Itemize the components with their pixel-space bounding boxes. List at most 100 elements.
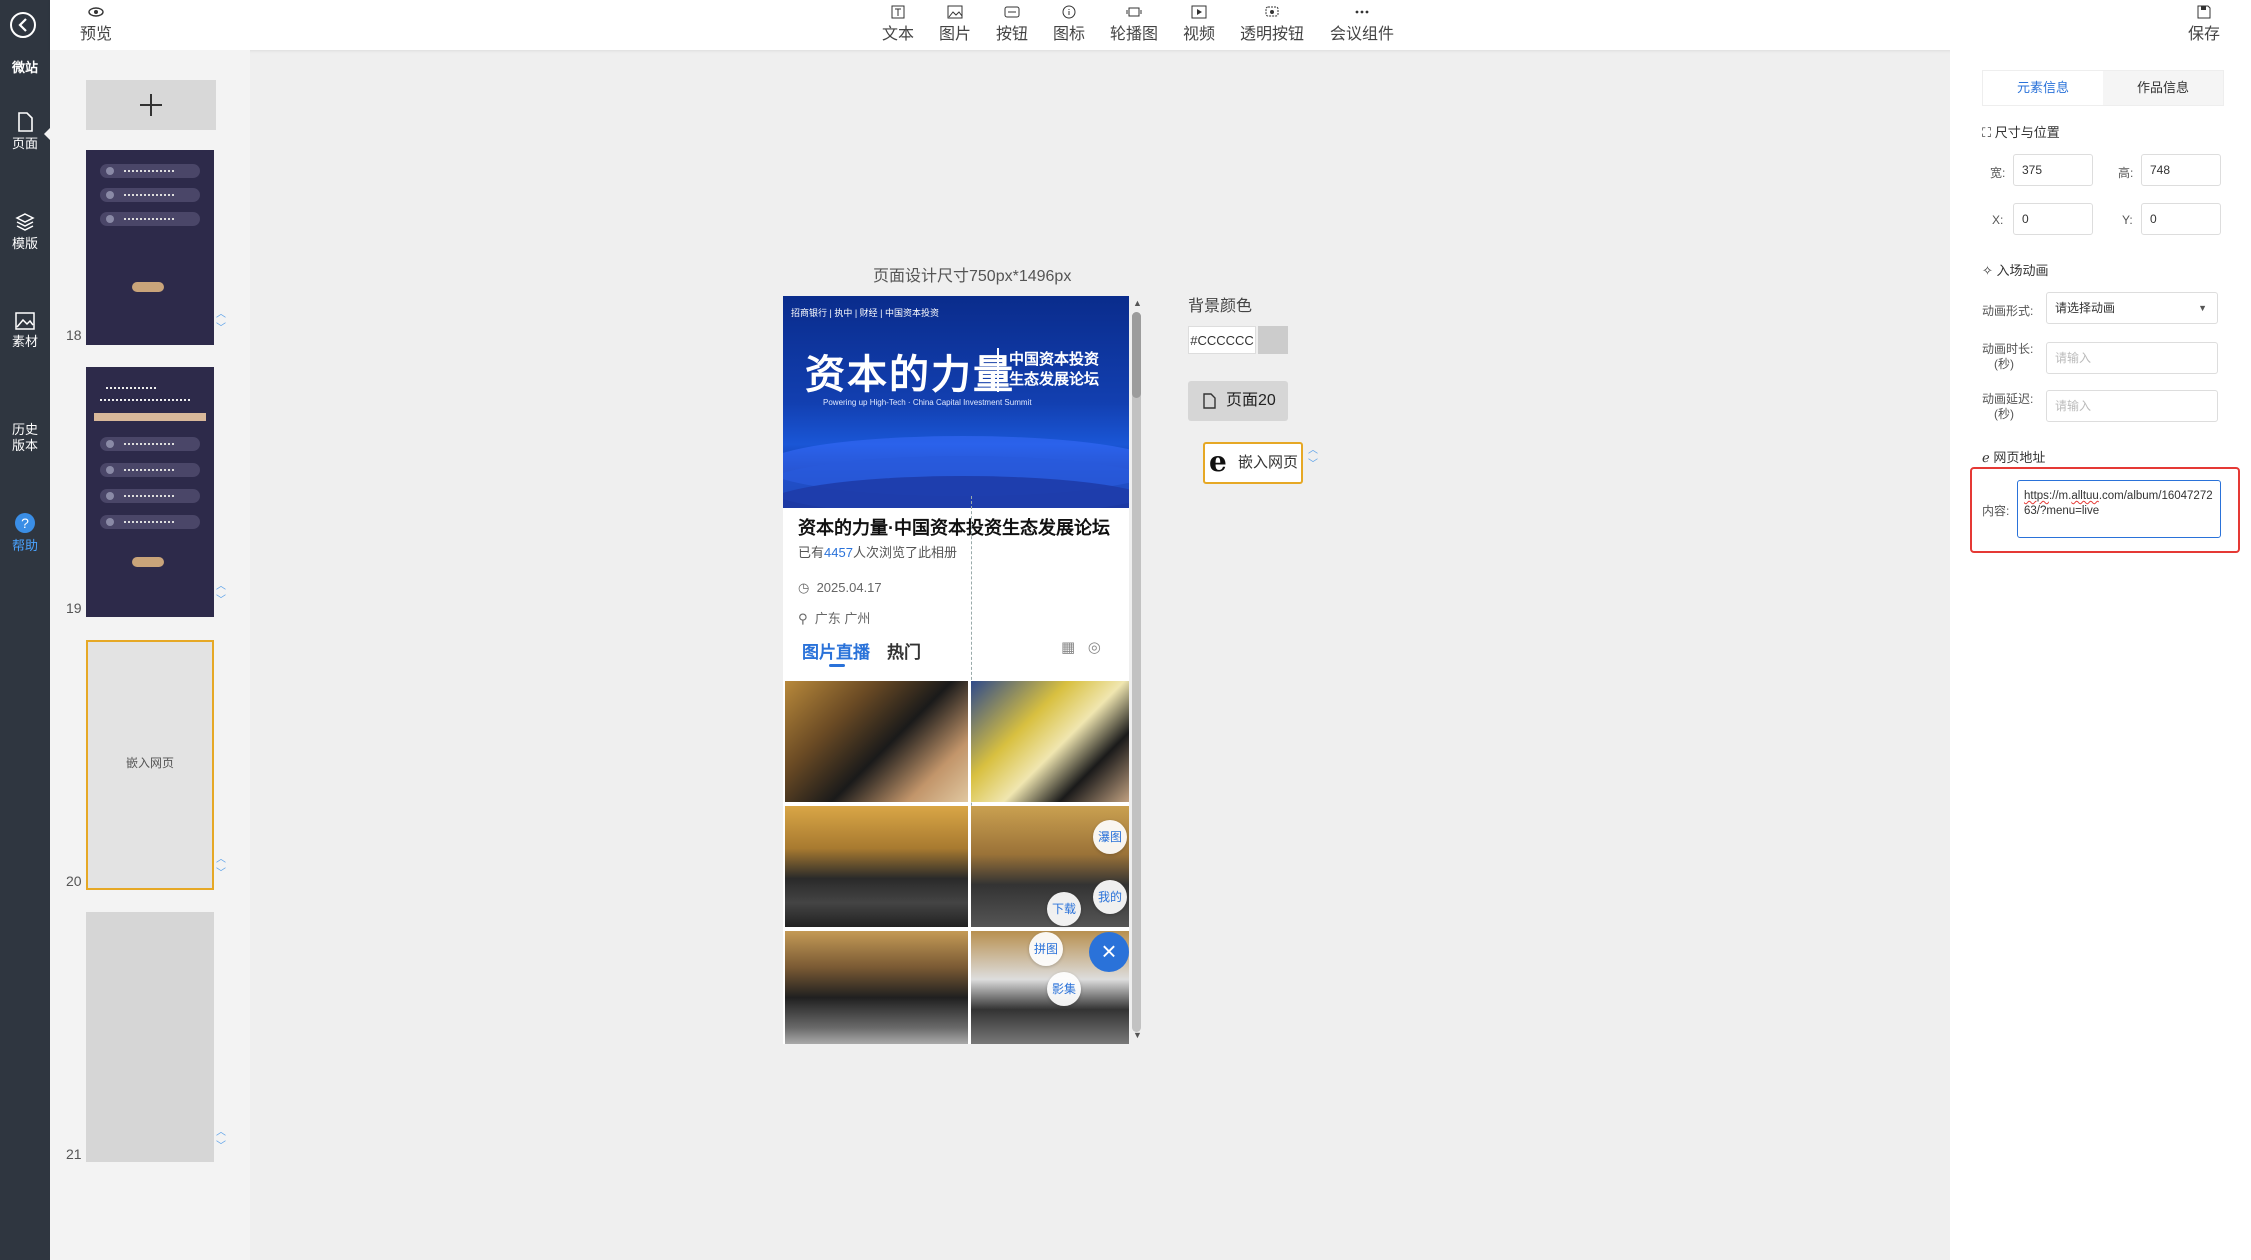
sidebar-item-label: 历史版本: [12, 422, 39, 453]
close-icon[interactable]: ×: [1089, 932, 1129, 972]
tool-video[interactable]: 视频: [1183, 4, 1215, 44]
thumb-pill: [100, 164, 200, 178]
height-input[interactable]: 748: [2141, 154, 2221, 186]
info-icon: [1062, 5, 1076, 19]
reorder-arrows[interactable]: ︿ ﹀: [216, 580, 228, 608]
tool-button[interactable]: 按钮: [996, 4, 1028, 44]
section-title: 网页地址: [1993, 450, 2046, 465]
thumb-button: [132, 557, 164, 567]
page-thumbnail-19[interactable]: [86, 367, 214, 617]
page-thumbnail-18[interactable]: [86, 150, 214, 345]
tab-underline: [829, 664, 845, 667]
anim-delay-input[interactable]: 请输入: [2046, 390, 2218, 422]
fab-mine[interactable]: 我的: [1093, 880, 1127, 914]
preview-button[interactable]: 预览: [80, 4, 112, 44]
back-icon[interactable]: [10, 12, 36, 38]
event-banner: 招商银行 | 执中 | 财经 | 中国资本投资 资本的力量 中国资本投资 生态发…: [783, 296, 1129, 508]
tool-transparent-button[interactable]: 透明按钮: [1240, 4, 1304, 44]
tool-label: 按钮: [996, 26, 1029, 43]
reorder-arrows[interactable]: ︿ ﹀: [216, 1126, 228, 1154]
album-actions: ▦ ◎: [1061, 638, 1101, 656]
text-icon: [891, 5, 905, 19]
tab-work-info[interactable]: 作品信息: [2103, 71, 2223, 105]
background-color-input[interactable]: #CCCCCC: [1188, 326, 1256, 354]
sidebar-item-help[interactable]: ? 帮助: [0, 512, 50, 554]
fab-album[interactable]: 影集: [1047, 972, 1081, 1006]
svg-text:?: ?: [21, 515, 29, 531]
tab-photo-live[interactable]: 图片直播: [802, 638, 870, 663]
anim-duration-input[interactable]: 请输入: [2046, 342, 2218, 374]
width-label: 宽:: [1990, 166, 2006, 180]
canvas-scrollbar-thumb[interactable]: [1132, 312, 1141, 398]
url-part: https: [2024, 490, 2049, 502]
banner-subline-2: 生态发展论坛: [1009, 371, 1100, 388]
x-label: X:: [1992, 213, 2004, 227]
browser-e-icon: e: [1209, 445, 1227, 478]
scroll-down-icon[interactable]: ▼: [1133, 1030, 1142, 1040]
sidebar-item-history[interactable]: 历史版本: [0, 422, 50, 454]
tool-text[interactable]: 文本: [882, 4, 914, 44]
date-text: 2025.04.17: [816, 580, 882, 595]
embed-webpage-layer[interactable]: e 嵌入网页: [1203, 442, 1303, 484]
page-thumbnail-21[interactable]: [86, 912, 214, 1162]
background-color-swatch[interactable]: [1258, 326, 1288, 354]
tool-image[interactable]: 图片: [939, 4, 971, 44]
add-page-button[interactable]: [86, 80, 216, 130]
tool-meeting-component[interactable]: 会议组件: [1330, 4, 1394, 44]
photo-tile[interactable]: [785, 681, 968, 802]
tool-label: 轮播图: [1110, 26, 1159, 43]
y-input[interactable]: 0: [2141, 203, 2221, 235]
fab-waterfall[interactable]: 瀑图: [1093, 820, 1127, 854]
view-suffix: 人次浏览了此相册: [852, 545, 957, 560]
webpage-url-input[interactable]: https://m.alltuu.com/album/1604727263/?m…: [2017, 480, 2221, 538]
preview-label: 预览: [80, 26, 113, 43]
button-icon: [1004, 6, 1020, 18]
sidebar-item-pages[interactable]: 页面: [0, 112, 50, 152]
anim-type-select[interactable]: 请选择动画 ▼: [2046, 292, 2218, 324]
globe-icon[interactable]: ◎: [1088, 639, 1101, 656]
page-icon: [1203, 393, 1216, 409]
location-pin-icon: ⚲: [798, 611, 808, 626]
page-thumbnail-20[interactable]: 嵌入网页: [86, 640, 214, 890]
save-button[interactable]: 保存: [2188, 4, 2220, 44]
photo-tile[interactable]: [785, 806, 968, 927]
page-number: 18: [66, 327, 82, 343]
reorder-arrows[interactable]: ︿ ﹀: [216, 308, 228, 336]
qrcode-icon[interactable]: ▦: [1061, 639, 1075, 656]
page-chip-label: 页面20: [1226, 392, 1276, 409]
event-date: ◷ 2025.04.17: [798, 580, 882, 596]
thumb-pill: [100, 437, 200, 451]
width-input[interactable]: 375: [2013, 154, 2093, 186]
save-label: 保存: [2188, 26, 2221, 43]
tool-carousel[interactable]: 轮播图: [1110, 4, 1158, 44]
tab-element-info[interactable]: 元素信息: [1983, 71, 2103, 105]
sidebar-item-assets[interactable]: 素材: [0, 312, 50, 350]
y-label: Y:: [2122, 213, 2133, 227]
reorder-arrows[interactable]: ︿ ﹀: [216, 853, 228, 881]
tab-hot[interactable]: 热门: [887, 638, 921, 663]
fab-download[interactable]: 下载: [1047, 892, 1081, 926]
design-size-label: 页面设计尺寸750px*1496px: [873, 268, 1072, 285]
more-icon: [1355, 10, 1369, 14]
photo-tile[interactable]: [971, 681, 1129, 802]
fab-collage[interactable]: 拼图: [1029, 932, 1063, 966]
url-part: ://m.: [2048, 490, 2072, 502]
thumb-line: [106, 387, 156, 389]
anim-duration-label: 动画时长: (秒): [1982, 342, 2033, 372]
tool-icon[interactable]: 图标: [1053, 4, 1085, 44]
x-input[interactable]: 0: [2013, 203, 2093, 235]
properties-panel: 元素信息 作品信息 ⛶ 尺寸与位置 宽: 375 高: 748 X: 0 Y: …: [1950, 50, 2251, 1260]
layer-reorder-arrows[interactable]: ︿ ﹀: [1308, 444, 1318, 472]
page-layer-chip[interactable]: 页面20: [1188, 381, 1288, 421]
phone-canvas[interactable]: 招商银行 | 执中 | 财经 | 中国资本投资 资本的力量 中国资本投资 生态发…: [783, 296, 1129, 1044]
sidebar-brand[interactable]: 微站: [0, 60, 50, 76]
webpage-url-section: ℯ 网页地址: [1982, 447, 2045, 466]
thumb-pill: [100, 212, 200, 226]
scroll-up-icon[interactable]: ▲: [1133, 298, 1142, 308]
sidebar-item-templates[interactable]: 模版: [0, 212, 50, 252]
section-title: 尺寸与位置: [1994, 125, 2060, 140]
location-text: 广东 广州: [814, 611, 871, 626]
photo-tile[interactable]: [785, 931, 968, 1044]
size-position-section: ⛶ 尺寸与位置: [1982, 122, 2060, 141]
image-icon: [15, 312, 35, 330]
